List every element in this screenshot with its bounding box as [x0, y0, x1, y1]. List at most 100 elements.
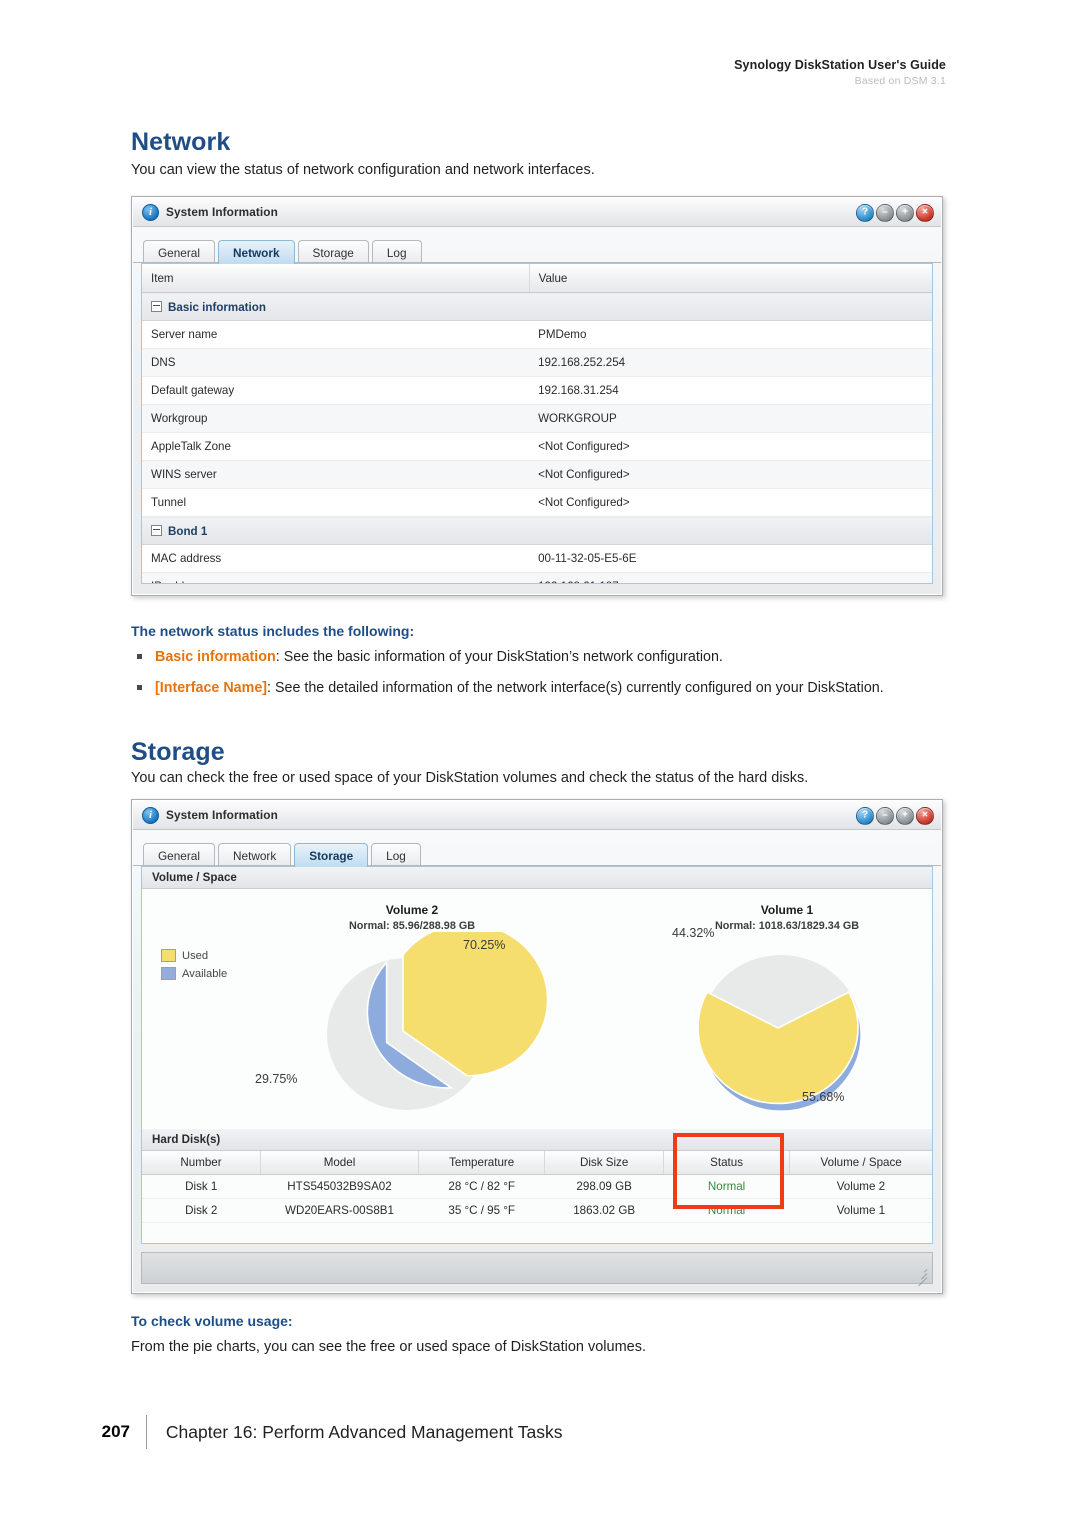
chapter-label: Chapter 16: Perform Advanced Management …	[165, 1421, 563, 1442]
pie-svg-volume-2	[327, 923, 549, 1110]
column-header-disk-size[interactable]: Disk Size	[544, 1151, 664, 1175]
storage-intro-text: You can check the free or used space of …	[131, 770, 809, 786]
row-value: WORKGROUP	[529, 404, 932, 433]
network-status-heading: The network status includes the followin…	[131, 623, 415, 639]
window-title: System Information	[166, 205, 278, 219]
disk-temperature: 35 °C / 95 °F	[418, 1198, 545, 1223]
volume-title: Volume 2	[385, 903, 439, 917]
group-label: Bond 1	[168, 524, 208, 538]
tab-storage[interactable]: Storage	[297, 240, 369, 264]
table-row[interactable]: Disk 2 WD20EARS-00S8B1 35 °C / 95 °F 186…	[142, 1198, 932, 1223]
table-row[interactable]: MAC address 00-11-32-05-E5-6E	[142, 544, 932, 573]
page-title-network: Network	[131, 128, 231, 156]
system-information-window-storage: i System Information ? – + × General Net…	[131, 799, 943, 1294]
footer-divider	[146, 1415, 148, 1449]
window-titlebar: i System Information ? – + ×	[133, 198, 941, 227]
network-status-bullets: Basic information: See the basic informa…	[131, 647, 921, 709]
table-row[interactable]: WINS server <Not Configured>	[142, 460, 932, 489]
table-row[interactable]: DNS 192.168.252.254	[142, 348, 932, 377]
table-row[interactable]: Server name PMDemo	[142, 320, 932, 349]
column-header-model[interactable]: Model	[260, 1151, 419, 1175]
disk-size: 298.09 GB	[544, 1174, 664, 1199]
network-intro-text: You can view the status of network confi…	[131, 162, 595, 178]
legend-swatch-used	[161, 949, 176, 962]
minimize-button[interactable]: –	[876, 807, 894, 825]
row-value: <Not Configured>	[529, 432, 932, 461]
tab-network[interactable]: Network	[217, 240, 295, 264]
page-footer: 207 Chapter 16: Perform Advanced Managem…	[92, 1415, 562, 1449]
group-row-basic-information[interactable]: Basic information	[142, 292, 932, 321]
column-header-temperature[interactable]: Temperature	[418, 1151, 546, 1175]
disk-model: WD20EARS-00S8B1	[260, 1198, 419, 1223]
bullet-accent: [Interface Name]	[155, 680, 268, 696]
table-row[interactable]: AppleTalk Zone <Not Configured>	[142, 432, 932, 461]
pie-svg-volume-1	[697, 955, 862, 1112]
close-button[interactable]: ×	[916, 204, 934, 222]
hard-disk-table: Number Model Temperature Disk Size Statu…	[142, 1151, 932, 1223]
bullet-text: : See the detailed information of the ne…	[267, 680, 884, 696]
network-info-grid-container: Item Value Basic information Server name…	[141, 263, 933, 584]
list-item: Basic information: See the basic informa…	[131, 647, 921, 667]
disk-volume: Volume 1	[789, 1198, 932, 1223]
volume-space-panel-header: Volume / Space	[142, 867, 932, 889]
close-button[interactable]: ×	[916, 807, 934, 825]
legend-item-used: Used	[161, 949, 227, 962]
volume-chart-2: Volume 2 Normal: 85.96/288.98 GB 70.25% …	[255, 903, 557, 1112]
storage-content: Volume / Space Used Available Volume 2 N	[141, 866, 933, 1244]
tab-strip-storage: General Network Storage Log	[133, 830, 941, 867]
column-header-value[interactable]: Value	[529, 264, 932, 293]
status-badge: Normal	[663, 1174, 790, 1199]
resize-grip-icon[interactable]	[915, 1267, 928, 1287]
maximize-button[interactable]: +	[896, 204, 914, 222]
window-status-bar	[141, 1252, 933, 1287]
collapse-icon[interactable]	[151, 300, 162, 312]
disk-size: 1863.02 GB	[544, 1198, 664, 1223]
pie-value-label-used: 70.25%	[463, 938, 506, 952]
page-title-storage: Storage	[131, 738, 225, 766]
maximize-button[interactable]: +	[896, 807, 914, 825]
window-title: System Information	[166, 808, 278, 822]
tab-log[interactable]: Log	[371, 240, 422, 264]
help-button[interactable]: ?	[856, 807, 874, 825]
collapse-icon[interactable]	[151, 524, 162, 536]
pie-chart-volume-2: 70.25% 29.75%	[255, 923, 557, 1112]
legend-swatch-available	[161, 967, 176, 980]
table-row[interactable]: Disk 1 HTS545032B9SA02 28 °C / 82 °F 298…	[142, 1174, 932, 1199]
bullet-square-icon	[137, 654, 142, 659]
column-header-number[interactable]: Number	[142, 1151, 261, 1175]
row-item: AppleTalk Zone	[142, 432, 530, 461]
table-row[interactable]: Tunnel <Not Configured>	[142, 488, 932, 517]
table-row[interactable]: IP address 192.168.21.187	[142, 572, 932, 583]
column-header-item[interactable]: Item	[142, 264, 530, 293]
pie-value-label-used: 44.32%	[672, 926, 715, 940]
network-info-grid: Item Value Basic information Server name…	[142, 264, 932, 583]
tab-storage[interactable]: Storage	[294, 843, 369, 867]
info-icon: i	[142, 806, 159, 824]
volume-chart-1: Volume 1 Normal: 1018.63/1829.34 GB 44.3…	[642, 903, 932, 1112]
row-value: <Not Configured>	[529, 488, 932, 517]
help-button[interactable]: ?	[856, 204, 874, 222]
legend-item-available: Available	[161, 967, 227, 980]
row-item: MAC address	[142, 544, 530, 573]
table-row[interactable]: Workgroup WORKGROUP	[142, 404, 932, 433]
guide-title: Synology DiskStation User's Guide	[734, 58, 946, 72]
row-item: Workgroup	[142, 404, 530, 433]
row-value: 192.168.21.187	[529, 572, 932, 583]
table-row[interactable]: Default gateway 192.168.31.254	[142, 376, 932, 405]
tab-general[interactable]: General	[143, 843, 215, 867]
column-header-status[interactable]: Status	[663, 1151, 791, 1175]
bullet-accent: Basic information	[155, 649, 276, 665]
column-header-volume-space[interactable]: Volume / Space	[789, 1151, 932, 1175]
tab-general[interactable]: General	[143, 240, 215, 264]
minimize-button[interactable]: –	[876, 204, 894, 222]
row-item: Server name	[142, 320, 530, 349]
row-value: 192.168.31.254	[529, 376, 932, 405]
legend-label-available: Available	[182, 967, 228, 980]
tab-log[interactable]: Log	[371, 843, 421, 867]
row-value: 192.168.252.254	[529, 348, 932, 377]
row-item: DNS	[142, 348, 530, 377]
group-label: Basic information	[168, 300, 266, 314]
tab-strip-network: General Network Storage Log	[133, 227, 941, 264]
tab-network[interactable]: Network	[217, 843, 292, 867]
group-row-bond-1[interactable]: Bond 1	[142, 516, 932, 545]
